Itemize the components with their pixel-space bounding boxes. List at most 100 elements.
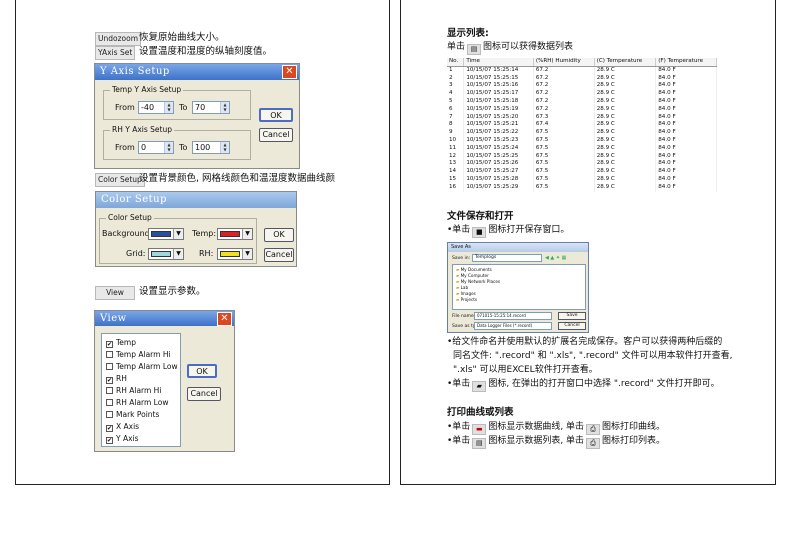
close-icon[interactable]: ✕ — [217, 312, 232, 326]
printer-icon[interactable]: ⎙ — [586, 424, 601, 435]
cancel-button[interactable]: Cancel — [264, 248, 294, 262]
temp-from-value: -40 — [141, 103, 155, 112]
temp-to-stepper[interactable]: 70 ▲ ▼ — [192, 101, 230, 114]
view-option-label: Y Axis — [116, 434, 139, 443]
printer-icon[interactable]: ⎙ — [586, 438, 601, 449]
list-icon[interactable]: ▤ — [472, 438, 487, 449]
checkbox-checked-icon[interactable]: ✔ — [106, 377, 113, 384]
table-cell: 10/15/07 15:25:17 — [463, 90, 534, 98]
table-row: 14 10/15/07 15:25:27 67.5 28.9 C 84.0 F — [447, 168, 717, 176]
temp-swatch — [220, 231, 240, 237]
checkbox-icon[interactable] — [106, 399, 113, 406]
table-cell: 10/15/07 15:25:26 — [463, 160, 534, 169]
file-list: ▰ My Documents ▰ My Computer ▰ My Network … — [452, 264, 586, 310]
chevron-down-icon[interactable]: ▼ — [242, 229, 252, 239]
table-header[interactable]: (C) Temperature — [594, 58, 657, 67]
cancel-button[interactable]: Cancel — [558, 322, 586, 330]
chevron-down-icon[interactable]: ▼ — [173, 249, 183, 259]
table-cell: 8 — [447, 121, 465, 130]
view-caption: 设置显示参数。 — [139, 286, 206, 297]
cancel-button[interactable]: Cancel — [259, 128, 293, 142]
rh-to-value: 100 — [195, 143, 211, 152]
table-cell: 84.0 F — [655, 160, 717, 169]
chevron-down-icon[interactable]: ▼ — [173, 229, 183, 239]
save-button[interactable]: Save — [558, 312, 586, 320]
temp-to-label: To — [179, 103, 188, 112]
checkbox-icon[interactable] — [106, 351, 113, 358]
table-header[interactable]: (%RH) Humidity — [533, 58, 595, 67]
table-cell: 84.0 F — [655, 129, 717, 137]
close-icon[interactable]: ✕ — [282, 65, 297, 79]
temp-from-stepper[interactable]: -40 ▲ ▼ — [138, 101, 174, 114]
table-cell: 67.5 — [533, 144, 595, 153]
type-select[interactable]: Data Logger Files (*.record) — [474, 322, 552, 330]
spin-arrows-icon[interactable]: ▲ ▼ — [164, 102, 173, 113]
table-cell: 84.0 F — [655, 90, 717, 98]
rh-from-stepper[interactable]: 0 ▲ ▼ — [138, 141, 174, 154]
ok-button[interactable]: OK — [264, 228, 294, 242]
checkbox-icon[interactable] — [106, 411, 113, 418]
table-cell: 7 — [447, 113, 465, 122]
chevron-down-icon[interactable]: ▼ — [242, 249, 252, 259]
ok-button[interactable]: OK — [187, 364, 217, 378]
view-option-label: X Axis — [116, 422, 140, 431]
save-text-pre: •单击 — [447, 225, 471, 235]
table-cell: 9 — [447, 129, 465, 137]
view-option[interactable]: ✔ Temp — [106, 337, 136, 348]
background-color-select[interactable]: ▼ — [148, 228, 184, 240]
table-header[interactable]: No. — [447, 58, 465, 67]
list-icon[interactable]: ▤ — [467, 44, 482, 55]
spin-arrows-icon[interactable]: ▲ ▼ — [164, 142, 173, 153]
table-cell: 28.9 C — [594, 168, 657, 176]
spin-arrows-icon[interactable]: ▲ ▼ — [220, 102, 229, 113]
chart-icon[interactable]: ▬ — [472, 424, 487, 435]
file-name: Lab — [460, 285, 469, 290]
file-list-item[interactable]: ▰ Projects — [456, 297, 477, 303]
view-option[interactable]: ✔ Y Axis — [106, 433, 139, 444]
view-option[interactable]: RH Alarm Hi — [106, 385, 161, 396]
view-option[interactable]: ✔ X Axis — [106, 421, 139, 432]
table-cell: 10/15/07 15:25:29 — [463, 183, 534, 192]
toolbar-icons[interactable]: ◀ ▲ ✦ ▦ — [545, 254, 566, 262]
rh-to-stepper[interactable]: 100 ▲ ▼ — [192, 141, 230, 154]
checkbox-checked-icon[interactable]: ✔ — [106, 425, 113, 432]
table-header[interactable]: (F) Temperature — [655, 58, 717, 67]
filename-field[interactable]: 071015-15:25:14.record — [474, 312, 552, 320]
checkbox-checked-icon[interactable]: ✔ — [106, 437, 113, 444]
table-cell: 28.9 C — [594, 121, 657, 130]
save-in-select[interactable]: Templogs — [472, 254, 542, 262]
table-row: 3 10/15/07 15:25:16 67.2 28.9 C 84.0 F — [447, 82, 717, 91]
view-option[interactable]: Mark Points — [106, 409, 159, 420]
ok-button[interactable]: OK — [259, 108, 293, 122]
table-header[interactable]: Time — [463, 58, 534, 67]
view-option-label: RH — [116, 374, 127, 383]
print1-pre: •单击 — [447, 422, 471, 432]
view-option[interactable]: RH Alarm Low — [106, 397, 168, 408]
checkbox-icon[interactable] — [106, 387, 113, 394]
color-setup-button[interactable]: Color Setup — [95, 173, 145, 187]
view-option[interactable]: ✔ RH — [106, 373, 127, 384]
save-para-line2: 同名文件: ".record" 和 ".xls", ".record" 文件可以… — [453, 351, 733, 361]
checkbox-checked-icon[interactable]: ✔ — [106, 341, 113, 348]
rh-color-select[interactable]: ▼ — [217, 248, 253, 260]
grid-color-select[interactable]: ▼ — [148, 248, 184, 260]
undozoom-button[interactable]: Undozoom — [95, 32, 142, 46]
filename-label: File name: — [452, 314, 476, 319]
table-cell: 10 — [447, 136, 465, 145]
table-cell: 28.9 C — [594, 160, 657, 169]
rh-swatch — [220, 251, 240, 257]
open-folder-icon[interactable]: ▰ — [472, 381, 487, 392]
rh-from-value: 0 — [141, 143, 147, 152]
yaxis-set-button[interactable]: YAxis Set — [95, 46, 136, 60]
view-button[interactable]: View — [95, 286, 135, 300]
view-option[interactable]: Temp Alarm Low — [106, 361, 178, 372]
cancel-button[interactable]: Cancel — [187, 387, 221, 401]
save-as-dialog: Save As Save in: Templogs ◀ ▲ ✦ ▦ ▰ My D… — [447, 242, 589, 333]
floppy-save-icon[interactable]: ■ — [472, 227, 487, 238]
view-option[interactable]: Temp Alarm Hi — [106, 349, 171, 360]
spin-arrows-icon[interactable]: ▲ ▼ — [220, 142, 229, 153]
temp-color-select[interactable]: ▼ — [217, 228, 253, 240]
checkbox-icon[interactable] — [106, 363, 113, 370]
yaxis-dialog: Y Axis Setup ✕ Temp Y Axis Setup From -4… — [94, 63, 300, 169]
table-cell: 28.9 C — [594, 144, 657, 153]
